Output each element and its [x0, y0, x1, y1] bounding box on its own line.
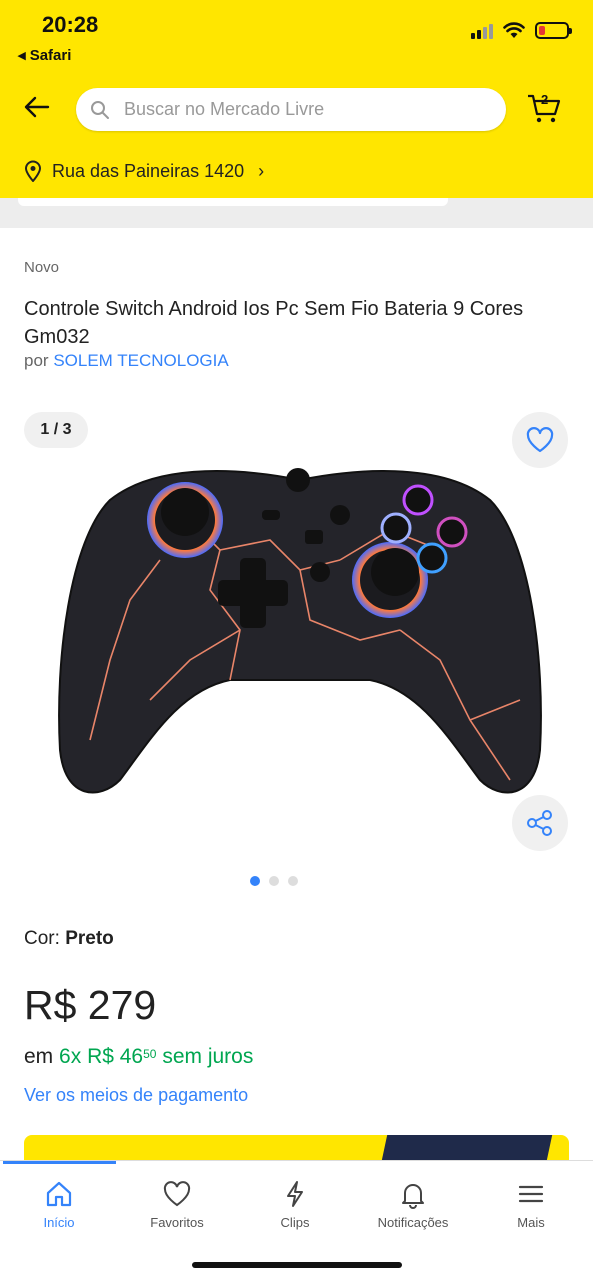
- cart-button[interactable]: 2: [526, 92, 562, 124]
- bell-icon: [402, 1184, 424, 1209]
- color-selector[interactable]: Cor: Preto: [24, 928, 114, 950]
- wifi-icon: [503, 22, 525, 38]
- image-pagination[interactable]: [250, 876, 298, 886]
- tab-favoritos[interactable]: Favoritos: [118, 1179, 236, 1230]
- product-price: R$ 279: [24, 982, 157, 1028]
- share-button[interactable]: [512, 795, 568, 851]
- pagination-dot[interactable]: [250, 876, 260, 886]
- seller-prefix: por: [24, 351, 49, 370]
- installment-suffix: sem juros: [162, 1045, 254, 1068]
- search-icon: [91, 100, 109, 119]
- page-load-progress: [3, 1161, 116, 1164]
- tab-label: Mais: [517, 1215, 545, 1230]
- tab-notificacoes[interactable]: Notificações: [354, 1179, 472, 1230]
- separator-band: [0, 198, 593, 228]
- location-pin-icon: [24, 160, 42, 182]
- seller-link[interactable]: SOLEM TECNOLOGIA: [53, 351, 228, 370]
- tab-label: Clips: [280, 1215, 310, 1230]
- installment-prefix: em: [24, 1045, 54, 1068]
- status-icons: [471, 22, 572, 39]
- search-bar[interactable]: [76, 88, 506, 131]
- tab-label: Favoritos: [150, 1215, 204, 1230]
- heart-icon: [163, 1181, 191, 1207]
- payment-methods-link[interactable]: Ver os meios de pagamento: [24, 1085, 248, 1106]
- installment-cents: 50: [143, 1047, 157, 1061]
- chevron-right-icon: ›: [258, 160, 265, 181]
- back-to-safari-link[interactable]: ◂ Safari: [18, 46, 71, 64]
- item-condition: Novo: [24, 259, 60, 276]
- product-image[interactable]: [40, 440, 560, 820]
- installment-count: 6x: [59, 1045, 82, 1068]
- share-icon: [527, 810, 552, 836]
- tab-inicio[interactable]: Início: [0, 1179, 118, 1230]
- cart-count: 2: [541, 92, 549, 107]
- battery-icon: [535, 22, 572, 39]
- installment-value: R$ 4650: [87, 1045, 157, 1068]
- home-icon: [46, 1181, 72, 1207]
- menu-icon: [518, 1185, 544, 1203]
- home-indicator: [192, 1262, 402, 1268]
- tab-mais[interactable]: Mais: [472, 1179, 590, 1230]
- tab-label: Notificações: [377, 1215, 449, 1230]
- product-title: Controle Switch Android Ios Pc Sem Fio B…: [24, 298, 524, 348]
- tab-clips[interactable]: Clips: [236, 1179, 354, 1230]
- seller-line: por SOLEM TECNOLOGIA: [24, 351, 229, 371]
- color-value: Preto: [65, 928, 114, 949]
- delivery-address[interactable]: Rua das Paineiras 1420 ›: [24, 160, 264, 182]
- tab-label: Início: [43, 1215, 75, 1230]
- pagination-dot[interactable]: [269, 876, 279, 886]
- pagination-dot[interactable]: [288, 876, 298, 886]
- address-text: Rua das Paineiras 1420: [52, 160, 245, 181]
- back-app-label: Safari: [29, 47, 72, 64]
- back-arrow-icon[interactable]: [22, 92, 52, 122]
- color-label: Cor:: [24, 928, 60, 949]
- lightning-icon: [287, 1181, 303, 1207]
- installments: em 6x R$ 4650 sem juros: [24, 1045, 253, 1069]
- search-input[interactable]: [124, 99, 464, 120]
- cellular-signal-icon: [471, 23, 493, 39]
- status-time: 20:28: [42, 12, 99, 37]
- header: 20:28 ◂ Safari 2: [0, 0, 593, 198]
